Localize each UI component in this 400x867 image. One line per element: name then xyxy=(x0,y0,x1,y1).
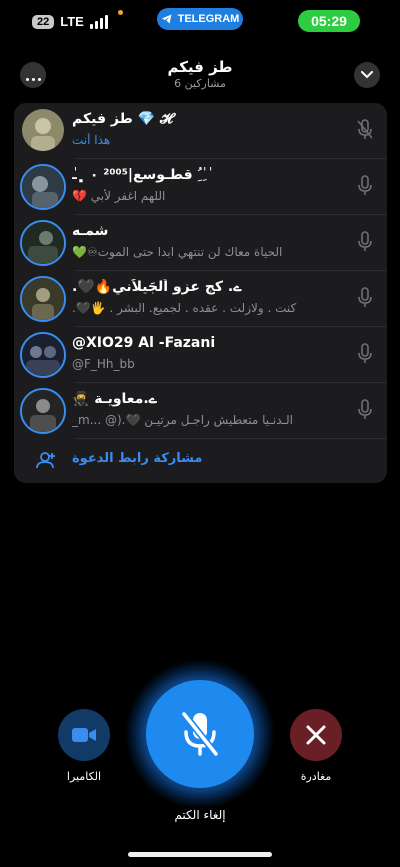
avatar xyxy=(20,276,66,322)
more-icon xyxy=(24,66,42,85)
mic-icon[interactable] xyxy=(357,287,373,309)
participant-name: ے. كج عزو اَلجَيلاَني🔥🖤. xyxy=(72,279,242,295)
mic-icon[interactable] xyxy=(357,399,373,421)
close-icon xyxy=(306,725,326,745)
participant-row[interactable]: ٰ ِٰ ُِٰ قطـوسع|²⁰⁰⁵ ۰ ﮼ـٰ اللهم اغفر لأ… xyxy=(14,159,387,215)
home-indicator[interactable] xyxy=(128,852,272,857)
leave-button[interactable] xyxy=(290,709,342,761)
participant-row[interactable]: ے. كج عزو اَلجَيلاَني🔥🖤. كنت . ولازلت . … xyxy=(14,271,387,327)
carrier-label: LTE xyxy=(60,14,84,29)
camera-label: الكاميرا xyxy=(66,770,102,783)
participant-name: 𝓗 💎 طز فيكم xyxy=(72,111,173,127)
signal-icon xyxy=(89,14,108,29)
participant-name: @XIO29 Al -Fazani xyxy=(72,335,216,351)
participants-count: 6 مشاركين xyxy=(174,77,226,90)
mic-icon[interactable] xyxy=(357,175,373,197)
mic-icon[interactable] xyxy=(357,231,373,253)
participant-name: ٰ ِٰ ُِٰ قطـوسع|²⁰⁰⁵ ۰ ﮼ـٰ xyxy=(72,167,208,183)
participant-status: الحياة معاك لن تنتهي ابدا حتى الموت♾💚 xyxy=(72,245,283,259)
unmute-label: إلغاء الكتم xyxy=(174,808,226,822)
participant-row[interactable]: @XIO29 Al -Fazani @F_Hh_bb xyxy=(14,327,387,383)
title-block: طز فيكم 6 مشاركين xyxy=(100,58,300,90)
participant-row[interactable]: شمـه الحياة معاك لن تنتهي ابدا حتى الموت… xyxy=(14,215,387,271)
avatar xyxy=(22,109,64,151)
status-bar: 22 LTE TELEGRAM 05:29 xyxy=(0,8,400,36)
invite-link-row[interactable]: مشاركة رابط الدعوة xyxy=(14,439,387,483)
mic-icon[interactable] xyxy=(357,343,373,365)
avatar xyxy=(20,164,66,210)
status-left: 22 LTE xyxy=(32,14,108,29)
participant-row[interactable]: ے.معاويـة 🥷 الـدنـيا متعطيش راجـل مرتيـن… xyxy=(14,383,387,439)
unmute-button[interactable] xyxy=(146,680,254,788)
avatar xyxy=(20,332,66,378)
participant-status: @F_Hh_bb xyxy=(72,357,135,371)
participant-status: الـدنـيا متعطيش راجـل مرتيـن 🖤.(@ ...m_ xyxy=(72,413,294,427)
avatar xyxy=(20,388,66,434)
leave-label: مغادرة xyxy=(300,770,332,783)
chat-title: طز فيكم xyxy=(167,58,233,76)
participant-status: اللهم اغفر لأبي 💔 xyxy=(72,189,166,203)
avatar xyxy=(20,220,66,266)
telegram-icon xyxy=(161,14,172,24)
privacy-dot xyxy=(118,10,123,15)
mic-off-icon xyxy=(181,711,219,757)
collapse-button[interactable] xyxy=(354,62,380,88)
participant-status: كنت . ولازلت . عقده . لجميع. البشر . 🖐🖤. xyxy=(72,301,297,315)
header: طز فيكم 6 مشاركين xyxy=(0,56,400,96)
participant-name: ے.معاويـة 🥷 xyxy=(72,391,157,407)
mic-off-icon[interactable] xyxy=(357,119,373,141)
video-camera-icon xyxy=(72,728,96,742)
telegram-pill-label: TELEGRAM xyxy=(177,13,240,25)
telegram-pill[interactable]: TELEGRAM xyxy=(157,8,243,30)
add-user-icon xyxy=(36,452,55,469)
participants-panel: 𝓗 💎 طز فيكم هذا أنت ٰ ِٰ ُِٰ قطـوسع|²⁰⁰⁵… xyxy=(14,103,387,483)
participant-name: شمـه xyxy=(72,223,109,239)
battery-indicator: 22 xyxy=(32,14,55,29)
call-time-pill[interactable]: 05:29 xyxy=(298,10,360,32)
chevron-down-icon xyxy=(361,71,373,79)
more-button[interactable] xyxy=(20,62,46,88)
camera-button[interactable] xyxy=(58,709,110,761)
participant-row[interactable]: 𝓗 💎 طز فيكم هذا أنت xyxy=(14,103,387,159)
invite-link-label: مشاركة رابط الدعوة xyxy=(72,451,203,466)
participant-status: هذا أنت xyxy=(72,133,111,147)
